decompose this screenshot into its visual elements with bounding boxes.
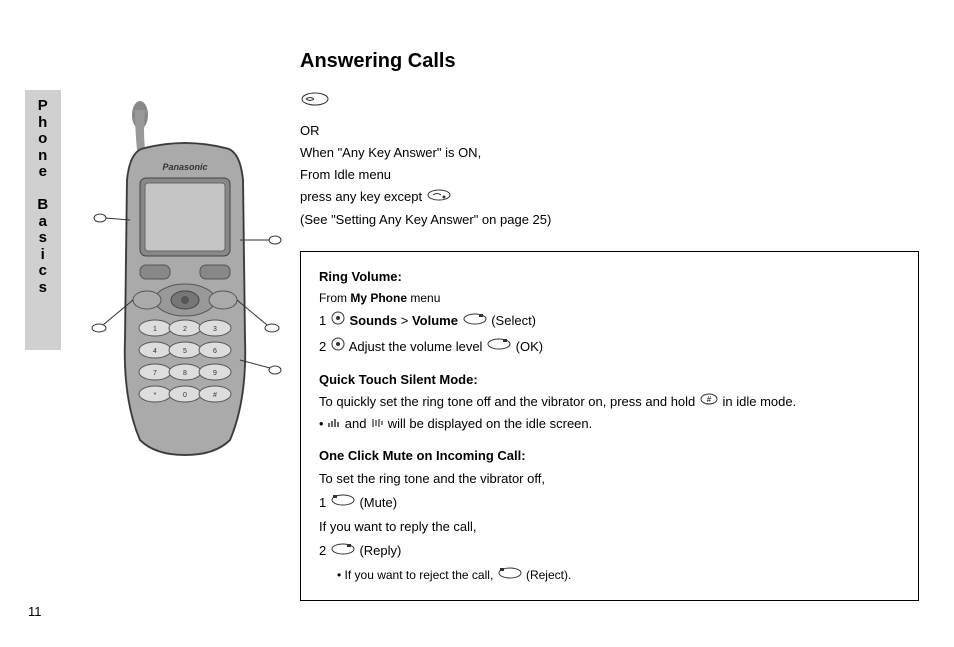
section-tab: Phone Basics <box>25 90 61 350</box>
from-after: menu <box>407 291 440 305</box>
svg-text:#: # <box>707 395 712 404</box>
hash-key-icon: # <box>699 391 719 413</box>
vibrate-icon <box>370 415 384 435</box>
svg-text:6: 6 <box>213 348 217 355</box>
mute-line1: To set the ring tone and the vibrator of… <box>319 468 900 490</box>
step2-num: 2 <box>319 339 330 354</box>
mute-step1: 1 (Mute) <box>319 492 900 515</box>
sounds-label: Sounds <box>349 313 397 328</box>
nav-key-icon-2 <box>330 336 346 359</box>
svg-text:0: 0 <box>183 392 187 399</box>
mute-step2-text: (Reply) <box>359 543 401 558</box>
ring-step2: 2 Adjust the volume level (OK) <box>319 336 900 359</box>
content-area: Answering Calls OR When "Any Key Answer"… <box>300 50 919 601</box>
reject-key-icon <box>497 566 523 586</box>
svg-text:*: * <box>154 392 157 399</box>
intro-line4: (See "Setting Any Key Answer" on page 25… <box>300 209 919 231</box>
mute-heading: One Click Mute on Incoming Call: <box>319 445 900 467</box>
ok-key-icon <box>486 336 512 358</box>
intro-line3-text: press any key except <box>300 189 426 204</box>
qt-and: and <box>345 416 370 431</box>
intro-or: OR <box>300 120 919 142</box>
from-bold: My Phone <box>350 291 407 305</box>
manual-page: Phone Basics Panasonic <box>0 0 954 647</box>
page-title: Answering Calls <box>300 50 919 73</box>
mute-step1-text: (Mute) <box>359 495 397 510</box>
volume-label: Volume <box>412 313 458 328</box>
svg-text:4: 4 <box>153 348 157 355</box>
qt-line1a: To quickly set the ring tone off and the… <box>319 394 699 409</box>
intro-line3: press any key except <box>300 186 919 209</box>
step2-end: (OK) <box>516 339 543 354</box>
svg-text:7: 7 <box>153 370 157 377</box>
nav-key-icon <box>330 310 346 333</box>
quick-touch-heading: Quick Touch Silent Mode: <box>319 369 900 391</box>
step1-end: (Select) <box>491 313 536 328</box>
ring-volume-heading: Ring Volume: <box>319 266 900 288</box>
signal-icon <box>327 415 341 435</box>
answer-key-icon <box>300 91 919 112</box>
step1-num: 1 <box>319 313 330 328</box>
svg-text:5: 5 <box>183 348 187 355</box>
end-key-icon <box>426 187 452 209</box>
qt-line1b: in idle mode. <box>723 394 797 409</box>
ring-step1: 1 Sounds > Volume (Select) <box>319 310 900 333</box>
reject-end: (Reject). <box>526 568 571 582</box>
qt-bullet-dot: • <box>319 416 327 431</box>
intro-text: OR When "Any Key Answer" is ON, From Idl… <box>300 120 919 231</box>
svg-text:9: 9 <box>213 370 217 377</box>
mute-step2: 2 (Reply) <box>319 540 900 563</box>
instruction-box: Ring Volume: From My Phone menu 1 Sounds… <box>300 251 919 601</box>
quick-touch-bullet: • and will be displayed on the idle scre… <box>319 413 900 435</box>
mute-key-icon <box>330 492 356 514</box>
page-number: 11 <box>28 604 42 619</box>
reject-text: • If you want to reject the call, <box>337 568 497 582</box>
svg-text:1: 1 <box>153 326 157 333</box>
svg-text:8: 8 <box>183 370 187 377</box>
reply-key-icon <box>330 541 356 563</box>
mute-step1-num: 1 <box>319 495 330 510</box>
intro-line1: When "Any Key Answer" is ON, <box>300 142 919 164</box>
mute-reject: • If you want to reject the call, (Rejec… <box>337 565 900 586</box>
step2-text: Adjust the volume level <box>349 339 486 354</box>
mute-step2-num: 2 <box>319 543 330 558</box>
gt: > <box>397 313 412 328</box>
qt-bullet-end: will be displayed on the idle screen. <box>388 416 593 431</box>
ring-volume-from: From My Phone menu <box>319 288 900 308</box>
from-text: From <box>319 291 350 305</box>
intro-line2: From Idle menu <box>300 164 919 186</box>
select-key-icon <box>462 311 488 333</box>
svg-text:#: # <box>213 392 217 399</box>
svg-text:2: 2 <box>183 326 187 333</box>
mute-line2: If you want to reply the call, <box>319 516 900 538</box>
svg-text:3: 3 <box>213 326 217 333</box>
svg-text:Panasonic: Panasonic <box>162 162 207 172</box>
quick-touch-line1: To quickly set the ring tone off and the… <box>319 391 900 414</box>
phone-illustration: Panasonic 1 2 3 4 5 6 7 8 9 <box>85 100 285 460</box>
section-tab-label: Phone Basics <box>35 98 51 296</box>
